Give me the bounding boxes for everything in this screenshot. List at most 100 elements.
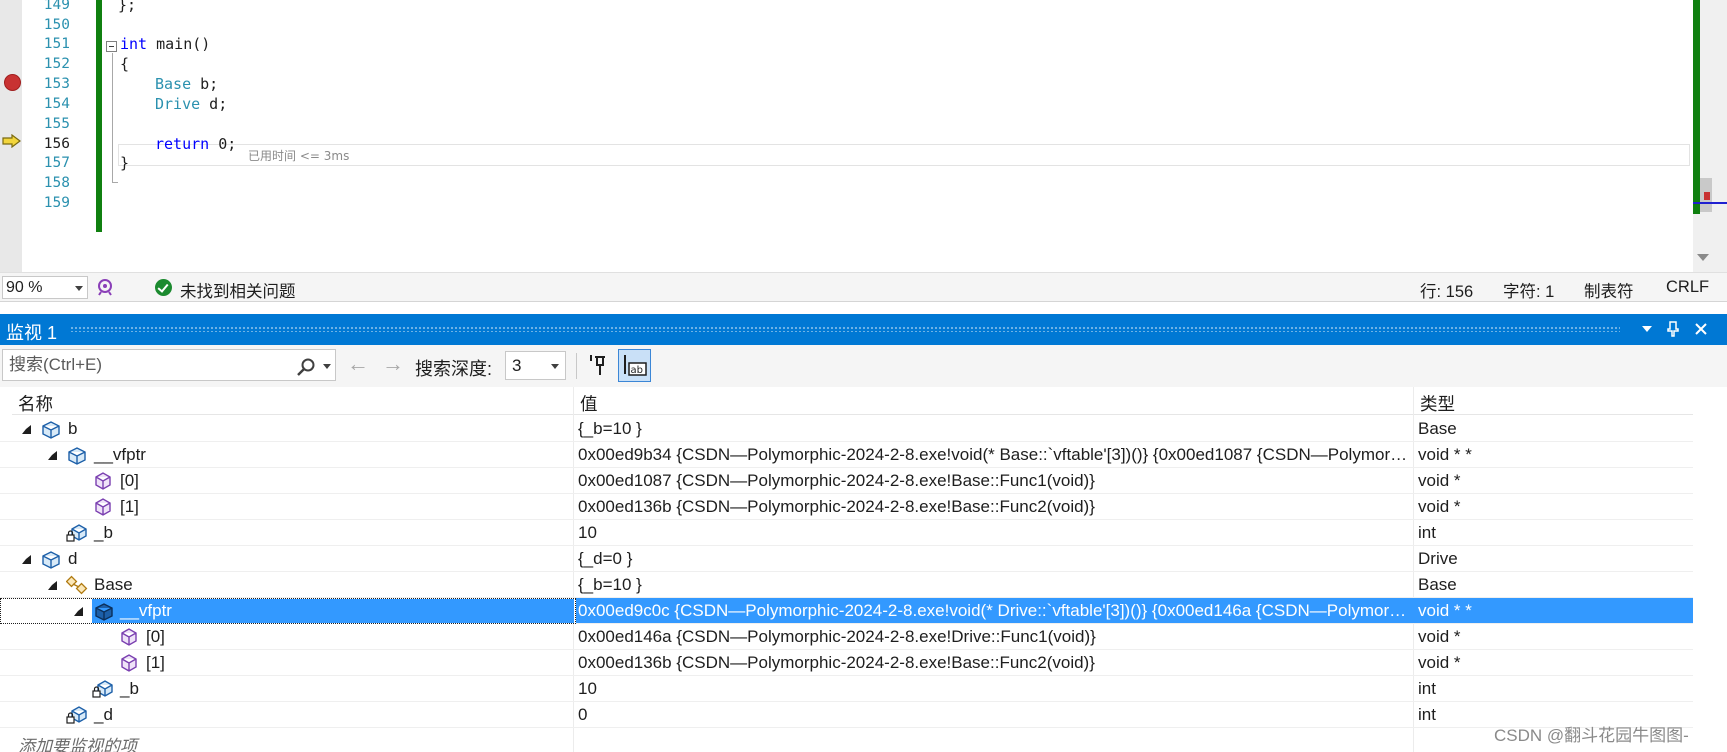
watch-grid[interactable]: 名称 值 类型 b {_b=10 } Base __vfptr 0x00ed9b…: [0, 387, 1727, 752]
watch-type: void * *: [1418, 601, 1472, 620]
search-icon[interactable]: [296, 357, 316, 377]
search-depth-label: 搜索深度:: [415, 359, 493, 379]
watch-value[interactable]: 0x00ed9c0c {CSDN—Polymorphic-2024-2-8.ex…: [578, 601, 1408, 621]
watch-value[interactable]: 0x00ed1087 {CSDN—Polymorphic-2024-2-8.ex…: [578, 471, 1408, 491]
line-number: 158: [43, 175, 70, 191]
scroll-down-icon[interactable]: [1697, 254, 1709, 261]
line-number: 157: [43, 155, 70, 171]
search-input[interactable]: [9, 354, 289, 376]
type-base: Base: [155, 75, 192, 93]
watch-value[interactable]: 10: [578, 679, 1408, 699]
watch-title-bar: 监视 1: [0, 314, 1727, 345]
forward-arrow-icon[interactable]: →: [382, 351, 404, 377]
issues-status[interactable]: 未找到相关问题: [180, 278, 296, 302]
outline-guide: [112, 53, 113, 183]
watch-type: void *: [1418, 497, 1461, 516]
column-header-value[interactable]: 值: [574, 387, 1414, 415]
code-line-156[interactable]: return 0;: [155, 134, 236, 156]
chevron-down-icon: [551, 364, 559, 369]
watch-value[interactable]: {_b=10 }: [578, 575, 1408, 595]
watch-row-index-0[interactable]: [0] 0x00ed146a {CSDN—Polymorphic-2024-2-…: [0, 624, 1693, 650]
method-icon: [95, 498, 111, 516]
watch-value[interactable]: 0: [578, 705, 1408, 725]
pin-source-icon[interactable]: [587, 351, 613, 381]
watermark: CSDN @翻斗花园牛图图-: [1494, 726, 1689, 745]
code-line-154[interactable]: Drive d;: [155, 94, 227, 116]
watch-title: 监视 1: [6, 323, 58, 343]
watch-row-vfptr-selected[interactable]: __vfptr 0x00ed9c0c {CSDN—Polymorphic-202…: [0, 598, 1693, 624]
code-line-153[interactable]: Base b;: [155, 74, 218, 96]
column-header-name[interactable]: 名称: [12, 387, 574, 415]
expand-toggle-icon[interactable]: [48, 451, 57, 460]
scrollbar-change-marker: [1693, 0, 1700, 214]
watch-type: void *: [1418, 471, 1461, 490]
code-editor[interactable]: 149 150 151 152 153 154 155 156 157 158 …: [0, 0, 1727, 272]
code-line-149[interactable]: };: [118, 0, 136, 17]
watch-value[interactable]: 0x00ed146a {CSDN—Polymorphic-2024-2-8.ex…: [578, 627, 1408, 647]
add-watch-item[interactable]: 添加要监视的项: [18, 732, 137, 752]
watch-value[interactable]: 0x00ed9b34 {CSDN—Polymorphic-2024-2-8.ex…: [578, 445, 1408, 465]
watch-row-b-member[interactable]: _b 10 int: [0, 676, 1693, 702]
pin-icon[interactable]: [1662, 317, 1684, 341]
watch-value[interactable]: {_d=0 }: [578, 549, 1408, 569]
window-menu-icon[interactable]: [1636, 317, 1658, 341]
watch-type: Base: [1418, 419, 1457, 438]
code-text: 0;: [209, 135, 237, 153]
hex-display-toggle[interactable]: ab: [618, 349, 651, 382]
watch-value[interactable]: {_b=10 }: [578, 419, 1408, 439]
type-drive: Drive: [155, 95, 201, 113]
outline-guide-end: [112, 182, 118, 183]
watch-row-vfptr[interactable]: __vfptr 0x00ed9b34 {CSDN—Polymorphic-202…: [0, 442, 1693, 468]
watch-value[interactable]: 0x00ed136b {CSDN—Polymorphic-2024-2-8.ex…: [578, 653, 1408, 673]
watch-type: int: [1418, 523, 1436, 542]
watch-value[interactable]: 0x00ed136b {CSDN—Polymorphic-2024-2-8.ex…: [578, 497, 1408, 517]
watch-row-index-0[interactable]: [0] 0x00ed1087 {CSDN—Polymorphic-2024-2-…: [0, 468, 1693, 494]
collapse-icon[interactable]: [106, 41, 117, 52]
search-depth-select[interactable]: 3: [505, 351, 566, 380]
line-number: 151: [43, 36, 70, 52]
private-field-icon: [66, 706, 87, 724]
watch-name: _b: [120, 679, 139, 698]
line-number: 155: [43, 116, 70, 132]
close-icon[interactable]: [1690, 317, 1712, 341]
object-icon: [42, 551, 60, 569]
tabs-indicator[interactable]: 制表符: [1584, 278, 1634, 302]
code-line-157[interactable]: }: [120, 153, 129, 175]
svg-text:ab: ab: [631, 365, 643, 376]
watch-type: void * *: [1418, 445, 1472, 464]
watch-row-index-1[interactable]: [1] 0x00ed136b {CSDN—Polymorphic-2024-2-…: [0, 494, 1693, 520]
scrollbar-caret-marker: [1693, 202, 1727, 204]
expand-toggle-icon[interactable]: [48, 581, 57, 590]
chevron-down-icon[interactable]: [323, 364, 331, 369]
code-line-151[interactable]: int main(): [120, 34, 210, 56]
scrollbar-breakpoint-marker: [1704, 192, 1710, 200]
line-indicator[interactable]: 行: 156: [1420, 278, 1473, 302]
watch-row-b[interactable]: b {_b=10 } Base: [0, 416, 1693, 442]
char-indicator[interactable]: 字符: 1: [1503, 278, 1554, 302]
editor-status-bar: 90 % 未找到相关问题 行: 156 字符: 1 制表符 CRLF: [0, 272, 1727, 302]
expand-toggle-icon[interactable]: [74, 607, 83, 616]
search-field[interactable]: [2, 349, 336, 381]
breakpoint-icon[interactable]: [4, 74, 21, 91]
intellicode-icon[interactable]: [96, 278, 114, 296]
back-arrow-icon[interactable]: ←: [347, 351, 369, 377]
code-text: };: [118, 0, 137, 14]
zoom-select[interactable]: 90 %: [2, 276, 88, 299]
check-circle-icon: [155, 279, 172, 296]
eol-indicator[interactable]: CRLF: [1666, 278, 1709, 297]
watch-row-d-member[interactable]: _d 0 int: [0, 702, 1693, 728]
watch-type: void *: [1418, 653, 1461, 672]
method-icon: [121, 654, 137, 672]
expand-toggle-icon[interactable]: [22, 425, 31, 434]
watch-row-b-member[interactable]: _b 10 int: [0, 520, 1693, 546]
code-text: b;: [191, 75, 219, 93]
expand-toggle-icon[interactable]: [22, 555, 31, 564]
keyword-int: int: [120, 35, 148, 53]
watch-row-base-class[interactable]: Base {_b=10 } Base: [0, 572, 1693, 598]
column-header-type[interactable]: 类型: [1414, 387, 1693, 415]
private-field-icon: [66, 524, 87, 542]
watch-row-d[interactable]: d {_d=0 } Drive: [0, 546, 1693, 572]
code-line-152[interactable]: {: [120, 54, 129, 76]
watch-value[interactable]: 10: [578, 523, 1408, 543]
watch-row-index-1[interactable]: [1] 0x00ed136b {CSDN—Polymorphic-2024-2-…: [0, 650, 1693, 676]
